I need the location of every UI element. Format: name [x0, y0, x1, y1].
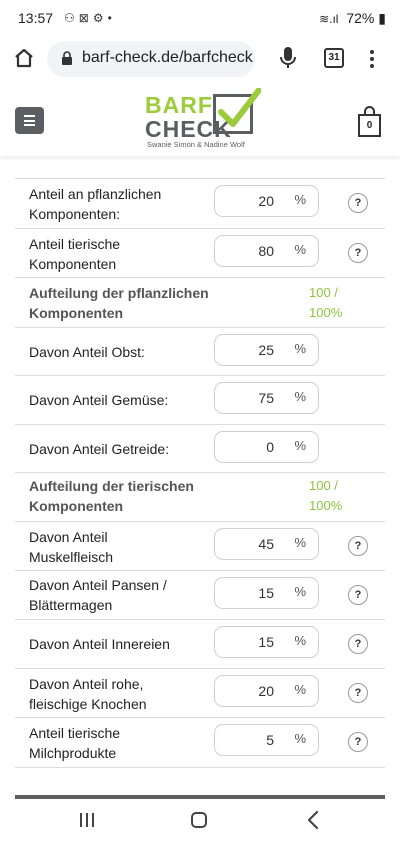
help-icon[interactable]: ?	[348, 243, 368, 263]
home-icon[interactable]	[13, 47, 35, 69]
rumen-label: Davon Anteil Pansen / Blättermagen	[29, 577, 167, 613]
plant-share-input[interactable]: 20 %	[214, 185, 319, 217]
battery-level: 72%	[346, 10, 375, 26]
form-row-offal: Davon Anteil Innereien 15 % ?	[15, 619, 385, 668]
plant-split-heading: Aufteilung der pflanzlichen Komponenten	[29, 285, 209, 321]
percent-unit: %	[294, 731, 306, 746]
help-icon[interactable]: ?	[348, 683, 368, 703]
animal-split-sum: 100 / 100%	[309, 478, 343, 513]
more-options-icon[interactable]	[366, 48, 378, 70]
animal-share-label: Anteil tierische Komponenten	[29, 236, 121, 272]
help-icon[interactable]: ?	[348, 536, 368, 556]
percent-unit: %	[294, 192, 306, 207]
tab-switcher-button[interactable]: 31	[324, 48, 344, 68]
hamburger-menu-button[interactable]	[15, 107, 44, 134]
percent-unit: %	[294, 242, 306, 257]
percent-unit: %	[294, 584, 306, 599]
rumen-input[interactable]: 15 %	[214, 577, 319, 609]
site-logo[interactable]: BARF CHECK Swanie Simon & Nadine Wolf	[145, 88, 265, 152]
form-row-animal-split: Aufteilung der tierischen Komponenten 10…	[15, 472, 385, 521]
status-bar: 13:57 ⚇⊠⚙• ≋.ıl 72% ▮	[0, 0, 400, 36]
muscle-meat-input[interactable]: 45 %	[214, 528, 319, 560]
form-row-bones: Davon Anteil rohe, fleischige Knochen 20…	[15, 668, 385, 717]
percent-unit: %	[294, 389, 306, 404]
bones-input[interactable]: 20 %	[214, 675, 319, 707]
form-row-vegetables: Davon Anteil Gemüse: 75 %	[15, 375, 385, 424]
url-text: barf-check.de/barfcheck	[82, 49, 253, 66]
bones-label: Davon Anteil rohe, fleischige Knochen	[29, 676, 147, 712]
vegetables-value: 75	[258, 390, 274, 406]
logo-barf: BARF	[145, 92, 213, 118]
wifi-signal-icon: ≋.ıl	[319, 12, 339, 26]
barf-form: Anteil an pflanzlichen Komponenten: 20 %…	[15, 178, 385, 768]
help-icon[interactable]: ?	[348, 732, 368, 752]
lock-icon	[62, 51, 72, 65]
recent-apps-icon[interactable]	[80, 813, 96, 827]
help-icon[interactable]: ?	[348, 585, 368, 605]
form-row-dairy: Anteil tierische Milchprodukte 5 % ?	[15, 717, 385, 768]
address-bar[interactable]: barf-check.de/barfcheck	[47, 41, 255, 77]
form-row-grain: Davon Anteil Getreide: 0 %	[15, 424, 385, 472]
fruit-label: Davon Anteil Obst:	[29, 344, 145, 360]
grain-label: Davon Anteil Getreide:	[29, 441, 170, 457]
form-row-fruit: Davon Anteil Obst: 25 %	[15, 327, 385, 375]
form-row-rumen: Davon Anteil Pansen / Blättermagen 15 % …	[15, 570, 385, 619]
animal-share-value: 80	[258, 243, 274, 259]
offal-value: 15	[258, 634, 274, 650]
plant-share-value: 20	[258, 193, 274, 209]
help-icon[interactable]: ?	[348, 634, 368, 654]
help-icon[interactable]: ?	[348, 193, 368, 213]
form-row-animal-share: Anteil tierische Komponenten 80 % ?	[15, 228, 385, 277]
animal-split-heading: Aufteilung der tierischen Komponenten	[29, 478, 194, 514]
home-button-icon[interactable]	[191, 812, 207, 828]
dairy-label: Anteil tierische Milchprodukte	[29, 725, 121, 761]
back-icon[interactable]	[306, 810, 320, 830]
animal-share-input[interactable]: 80 %	[214, 235, 319, 267]
dairy-value: 5	[266, 732, 274, 748]
battery-icon: ▮	[378, 10, 386, 26]
bones-value: 20	[258, 683, 274, 699]
vegetables-input[interactable]: 75 %	[214, 382, 319, 414]
site-header: BARF CHECK Swanie Simon & Nadine Wolf	[0, 84, 400, 156]
logo-subtitle: Swanie Simon & Nadine Wolf	[147, 140, 245, 149]
system-navigation-bar	[0, 800, 400, 845]
rumen-value: 15	[258, 585, 274, 601]
status-right: ≋.ıl 72% ▮	[319, 10, 386, 27]
fruit-value: 25	[258, 342, 274, 358]
browser-toolbar: barf-check.de/barfcheck 31	[0, 36, 400, 84]
offal-label: Davon Anteil Innereien	[29, 636, 170, 652]
form-row-plant-share: Anteil an pflanzlichen Komponenten: 20 %…	[15, 178, 385, 228]
form-row-muscle-meat: Davon Anteil Muskelfleisch 45 % ?	[15, 521, 385, 570]
offal-input[interactable]: 15 %	[214, 626, 319, 658]
dairy-input[interactable]: 5 %	[214, 724, 319, 756]
percent-unit: %	[294, 682, 306, 697]
percent-unit: %	[294, 341, 306, 356]
plant-split-sum: 100 / 100%	[309, 285, 343, 320]
grain-input[interactable]: 0 %	[214, 431, 319, 463]
percent-unit: %	[294, 535, 306, 550]
notification-icons: ⚇⊠⚙•	[64, 11, 116, 25]
checkmark-icon	[218, 88, 261, 127]
content-bottom-bar	[15, 795, 385, 799]
status-time: 13:57	[18, 10, 54, 26]
plant-share-label: Anteil an pflanzlichen Komponenten:	[29, 186, 162, 222]
form-row-plant-split: Aufteilung der pflanzlichen Komponenten …	[15, 277, 385, 327]
fruit-input[interactable]: 25 %	[214, 334, 319, 366]
muscle-meat-label: Davon Anteil Muskelfleisch	[29, 529, 114, 565]
percent-unit: %	[294, 633, 306, 648]
percent-unit: %	[294, 438, 306, 453]
vegetables-label: Davon Anteil Gemüse:	[29, 392, 169, 408]
microphone-icon[interactable]	[278, 46, 298, 70]
muscle-meat-value: 45	[258, 536, 274, 552]
grain-value: 0	[266, 439, 274, 455]
cart-count: 0	[358, 114, 381, 137]
